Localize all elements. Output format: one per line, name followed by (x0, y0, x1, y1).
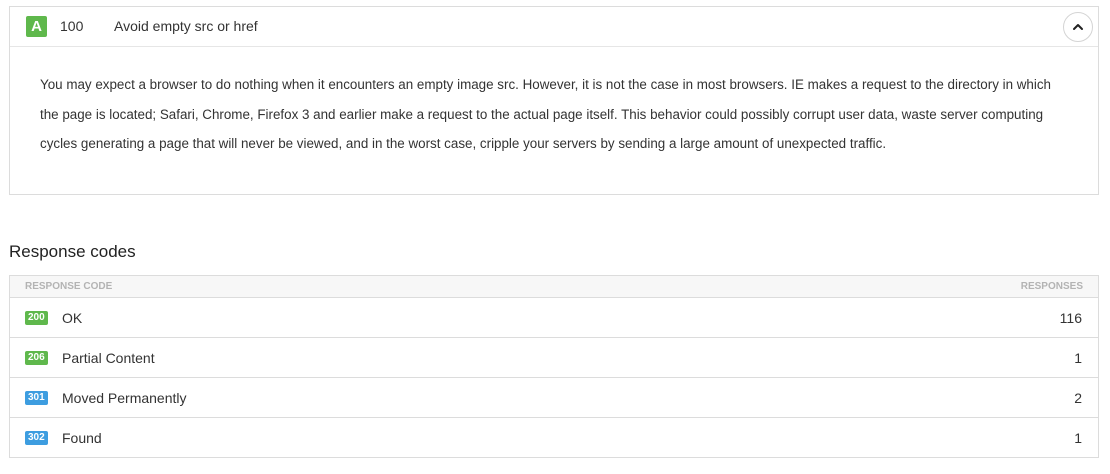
chevron-up-icon (1073, 24, 1083, 30)
table-row[interactable]: 301 Moved Permanently 2 (10, 378, 1098, 418)
response-count: 116 (1059, 310, 1082, 326)
status-label: Moved Permanently (62, 390, 187, 406)
rule-score: 100 (60, 18, 84, 34)
response-count: 2 (1074, 390, 1082, 406)
grade-badge: A (26, 16, 47, 37)
rule-description: You may expect a browser to do nothing w… (40, 77, 1051, 151)
column-header-responses: Responses (1020, 281, 1083, 292)
status-code-badge: 206 (25, 351, 48, 365)
table-row[interactable]: 200 OK 116 (10, 298, 1098, 338)
rule-body: You may expect a browser to do nothing w… (10, 47, 1098, 159)
rule-title: Avoid empty src or href (114, 18, 258, 34)
response-count: 1 (1074, 430, 1082, 446)
table-header: Response code Responses (10, 276, 1098, 298)
rule-panel: A 100 Avoid empty src or href You may ex… (9, 6, 1099, 195)
column-header-response-code: Response code (25, 281, 113, 292)
status-label: OK (62, 310, 83, 326)
collapse-button[interactable] (1063, 12, 1093, 42)
table-row[interactable]: 302 Found 1 (10, 418, 1098, 458)
table-row[interactable]: 206 Partial Content 1 (10, 338, 1098, 378)
status-code-badge: 301 (25, 391, 48, 405)
status-label: Partial Content (62, 350, 155, 366)
response-codes-table: Response code Responses 200 OK 116 206 P… (9, 275, 1099, 458)
rule-header[interactable]: A 100 Avoid empty src or href (10, 7, 1098, 47)
status-code-badge: 200 (25, 311, 48, 325)
response-count: 1 (1074, 350, 1082, 366)
response-codes-title: Response codes (9, 242, 136, 261)
status-code-badge: 302 (25, 431, 48, 445)
status-label: Found (62, 430, 102, 446)
